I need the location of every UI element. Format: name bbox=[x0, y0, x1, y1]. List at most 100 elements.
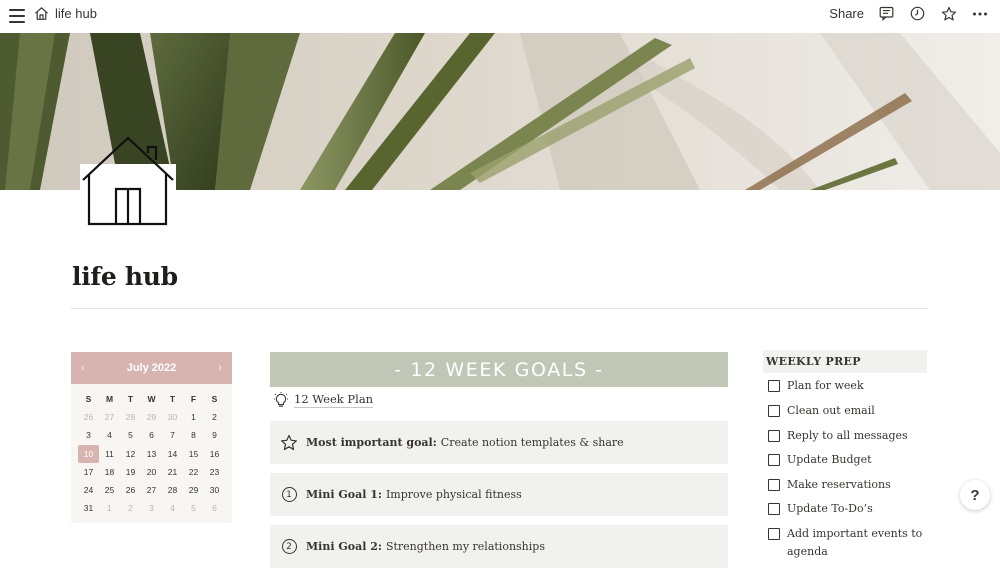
home-icon bbox=[35, 7, 48, 20]
calendar-day[interactable]: 29 bbox=[183, 481, 204, 499]
calendar-weekday: F bbox=[190, 394, 197, 405]
calendar-day[interactable]: 28 bbox=[162, 481, 183, 499]
goal-label: Mini Goal 1: bbox=[306, 488, 382, 501]
star-icon[interactable] bbox=[940, 5, 957, 22]
todo-checkbox[interactable] bbox=[768, 454, 780, 466]
calendar-day[interactable]: 26 bbox=[120, 481, 141, 499]
goal-label: Most important goal: bbox=[306, 436, 437, 449]
calendar-widget: ‹ July 2022 › S M T W T F S 26 27 28 29 30 1 2 3 4 5 6 7 8 9… bbox=[71, 352, 232, 523]
star-icon bbox=[280, 434, 298, 452]
calendar-header: ‹ July 2022 › bbox=[71, 352, 232, 384]
lightbulb-icon bbox=[274, 392, 288, 407]
calendar-day[interactable]: 11 bbox=[99, 445, 120, 463]
calendar-day[interactable]: 8 bbox=[183, 426, 204, 444]
calendar-day[interactable]: 4 bbox=[162, 499, 183, 517]
calendar-day[interactable]: 19 bbox=[120, 463, 141, 481]
calendar-weekday: S bbox=[85, 394, 92, 405]
calendar-day[interactable]: 5 bbox=[120, 426, 141, 444]
calendar-day[interactable]: 21 bbox=[162, 463, 183, 481]
todo-checkbox[interactable] bbox=[768, 405, 780, 417]
calendar-day[interactable]: 27 bbox=[99, 408, 120, 426]
calendar-day[interactable]: 30 bbox=[204, 481, 225, 499]
calendar-next-button[interactable]: › bbox=[218, 362, 222, 374]
todo-checkbox[interactable] bbox=[768, 430, 780, 442]
calendar-day[interactable]: 22 bbox=[183, 463, 204, 481]
number-two-icon: 2 bbox=[280, 538, 298, 556]
comment-icon[interactable] bbox=[878, 5, 895, 22]
todo-item[interactable]: Plan for week bbox=[768, 377, 928, 395]
calendar-day[interactable]: 6 bbox=[204, 499, 225, 517]
calendar-weekday: T bbox=[169, 394, 176, 405]
twelve-week-plan-link[interactable]: 12 Week Plan bbox=[274, 392, 374, 408]
share-button[interactable]: Share bbox=[829, 6, 864, 21]
calendar-day[interactable]: 15 bbox=[183, 445, 204, 463]
calendar-day[interactable]: 28 bbox=[120, 408, 141, 426]
todo-item[interactable]: Add important events to agenda bbox=[768, 525, 928, 561]
calendar-day[interactable]: 31 bbox=[78, 499, 99, 517]
calendar-day[interactable]: 30 bbox=[162, 408, 183, 426]
calendar-day[interactable]: 1 bbox=[99, 499, 120, 517]
top-bar: life hub Share bbox=[0, 0, 1000, 33]
todo-checkbox[interactable] bbox=[768, 528, 780, 540]
calendar-weekday: T bbox=[127, 394, 134, 405]
goal-item-most-important[interactable]: Most important goal: Create notion templ… bbox=[270, 421, 728, 464]
breadcrumb-title: life hub bbox=[55, 6, 97, 21]
todo-checkbox[interactable] bbox=[768, 380, 780, 392]
calendar-day[interactable]: 2 bbox=[120, 499, 141, 517]
todo-label: Clean out email bbox=[787, 404, 875, 417]
calendar-day[interactable]: 13 bbox=[141, 445, 162, 463]
calendar-day[interactable]: 3 bbox=[141, 499, 162, 517]
calendar-day[interactable]: 23 bbox=[204, 463, 225, 481]
calendar-day[interactable]: 3 bbox=[78, 426, 99, 444]
clock-icon[interactable] bbox=[909, 5, 926, 22]
calendar-day-today[interactable]: 10 bbox=[78, 444, 99, 463]
calendar-day[interactable]: 27 bbox=[141, 481, 162, 499]
calendar-day[interactable]: 14 bbox=[162, 445, 183, 463]
calendar-day[interactable]: 17 bbox=[78, 463, 99, 481]
calendar-day[interactable]: 24 bbox=[78, 481, 99, 499]
more-icon[interactable] bbox=[971, 5, 988, 22]
calendar-day[interactable]: 29 bbox=[141, 408, 162, 426]
help-button[interactable]: ? bbox=[960, 480, 990, 510]
todo-label: Make reservations bbox=[787, 478, 891, 491]
goal-item-mini-1[interactable]: 1 Mini Goal 1: Improve physical fitness bbox=[270, 473, 728, 516]
number-one-icon: 1 bbox=[280, 486, 298, 504]
goal-item-mini-2[interactable]: 2 Mini Goal 2: Strengthen my relationshi… bbox=[270, 525, 728, 568]
goal-number: 1 bbox=[281, 487, 297, 502]
calendar-day[interactable]: 9 bbox=[204, 426, 225, 444]
calendar-day[interactable]: 18 bbox=[99, 463, 120, 481]
todo-checkbox[interactable] bbox=[768, 503, 780, 515]
calendar-day[interactable]: 25 bbox=[99, 481, 120, 499]
title-divider bbox=[71, 308, 928, 309]
todo-label: Plan for week bbox=[787, 379, 864, 392]
calendar-weekday: M bbox=[105, 394, 114, 405]
plan-link-label: 12 Week Plan bbox=[294, 392, 374, 408]
calendar-day[interactable]: 16 bbox=[204, 445, 225, 463]
calendar-month-label: July 2022 bbox=[126, 362, 177, 374]
goal-number: 2 bbox=[281, 539, 297, 554]
calendar-day[interactable]: 2 bbox=[204, 408, 225, 426]
breadcrumb[interactable]: life hub bbox=[34, 6, 97, 21]
calendar-weekday: S bbox=[211, 394, 218, 405]
todo-item[interactable]: Update To-Do’s bbox=[768, 500, 928, 518]
house-icon bbox=[80, 134, 176, 228]
page-title[interactable]: life hub bbox=[72, 262, 178, 291]
calendar-day[interactable]: 5 bbox=[183, 499, 204, 517]
goal-label: Mini Goal 2: bbox=[306, 540, 382, 553]
todo-item[interactable]: Make reservations bbox=[768, 476, 928, 494]
todo-item[interactable]: Update Budget bbox=[768, 451, 928, 469]
calendar-day[interactable]: 6 bbox=[141, 426, 162, 444]
todo-checkbox[interactable] bbox=[768, 479, 780, 491]
calendar-prev-button[interactable]: ‹ bbox=[81, 362, 85, 374]
calendar-day[interactable]: 26 bbox=[78, 408, 99, 426]
calendar-day[interactable]: 12 bbox=[120, 445, 141, 463]
calendar-day[interactable]: 1 bbox=[183, 408, 204, 426]
calendar-day[interactable]: 4 bbox=[99, 426, 120, 444]
menu-icon[interactable] bbox=[8, 7, 26, 25]
todo-label: Reply to all messages bbox=[787, 429, 908, 442]
calendar-day[interactable]: 20 bbox=[141, 463, 162, 481]
calendar-day[interactable]: 7 bbox=[162, 426, 183, 444]
goal-text: Improve physical fitness bbox=[385, 488, 522, 501]
todo-item[interactable]: Reply to all messages bbox=[768, 427, 928, 445]
todo-item[interactable]: Clean out email bbox=[768, 402, 928, 420]
